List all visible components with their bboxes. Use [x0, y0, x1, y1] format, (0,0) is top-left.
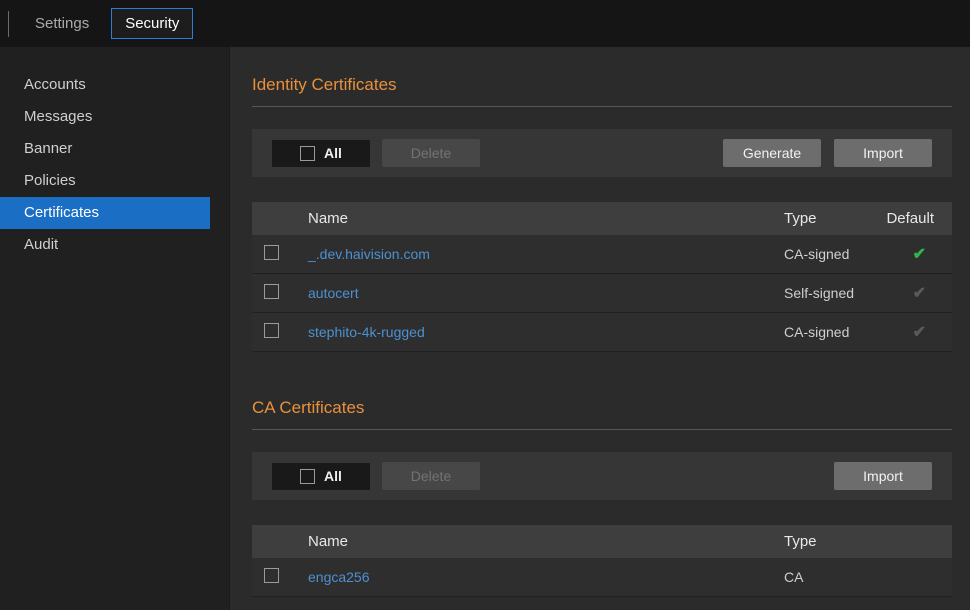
certificate-type: CA-signed [784, 324, 884, 340]
certificate-link[interactable]: engca256 [308, 569, 370, 585]
certificate-type: CA-signed [784, 246, 884, 262]
certificate-link[interactable]: autocert [308, 285, 359, 301]
sidebar-item-accounts[interactable]: Accounts [0, 69, 210, 101]
identity-delete-button[interactable]: Delete [382, 139, 480, 167]
certificate-type: CA [784, 569, 940, 585]
tab-settings[interactable]: Settings [21, 8, 103, 39]
select-all-label: All [324, 468, 342, 484]
sidebar-item-policies[interactable]: Policies [0, 165, 210, 197]
column-header-type: Type [784, 533, 940, 550]
ca-certificates-section: CA Certificates All Delete Import N [252, 398, 952, 597]
table-row: stephito-4k-rugged CA-signed ✔ [252, 313, 952, 352]
table-header-row: Name Type [252, 525, 952, 558]
certificate-type: Self-signed [784, 285, 884, 301]
identity-select-all-checkbox[interactable] [300, 146, 315, 161]
app-window: Settings Security Accounts Messages Bann… [0, 0, 970, 610]
ca-select-all-button[interactable]: All [272, 463, 370, 490]
row-checkbox[interactable] [264, 284, 279, 299]
ca-certificates-table: Name Type engca256 CA [252, 525, 952, 597]
ca-certificates-title: CA Certificates [252, 398, 952, 418]
column-header-name: Name [308, 533, 784, 550]
table-header-row: Name Type Default [252, 202, 952, 235]
certificate-link[interactable]: _.dev.haivision.com [308, 246, 430, 262]
column-header-name: Name [308, 210, 784, 227]
row-checkbox[interactable] [264, 323, 279, 338]
sidebar-item-certificates[interactable]: Certificates [0, 197, 210, 229]
sidebar-item-audit[interactable]: Audit [0, 229, 210, 261]
identity-generate-button[interactable]: Generate [723, 139, 821, 167]
column-header-type: Type [784, 210, 884, 227]
main-content: Identity Certificates All Delete Generat… [230, 47, 970, 610]
ca-delete-button[interactable]: Delete [382, 462, 480, 490]
topbar: Settings Security [0, 0, 970, 47]
ca-toolbar: All Delete Import [252, 452, 952, 500]
identity-certificates-title: Identity Certificates [252, 75, 952, 95]
default-check-icon: ✔ [913, 246, 926, 263]
default-check-icon: ✔ [913, 324, 926, 341]
section-divider [252, 106, 952, 107]
table-row: _.dev.haivision.com CA-signed ✔ [252, 235, 952, 274]
table-row: autocert Self-signed ✔ [252, 274, 952, 313]
identity-certificates-section: Identity Certificates All Delete Generat… [252, 75, 952, 352]
table-row: engca256 CA [252, 558, 952, 597]
sidebar-item-banner[interactable]: Banner [0, 133, 210, 165]
topbar-left-divider [8, 11, 9, 37]
select-all-label: All [324, 145, 342, 161]
default-check-icon: ✔ [913, 285, 926, 302]
row-checkbox[interactable] [264, 245, 279, 260]
identity-select-all-button[interactable]: All [272, 140, 370, 167]
ca-import-button[interactable]: Import [834, 462, 932, 490]
ca-select-all-checkbox[interactable] [300, 469, 315, 484]
section-divider [252, 429, 952, 430]
sidebar-item-messages[interactable]: Messages [0, 101, 210, 133]
identity-toolbar: All Delete Generate Import [252, 129, 952, 177]
identity-import-button[interactable]: Import [834, 139, 932, 167]
row-checkbox[interactable] [264, 568, 279, 583]
tab-security[interactable]: Security [111, 8, 193, 39]
column-header-default: Default [884, 210, 940, 227]
certificate-link[interactable]: stephito-4k-rugged [308, 324, 425, 340]
identity-certificates-table: Name Type Default _.dev.haivision.com CA… [252, 202, 952, 352]
sidebar: Accounts Messages Banner Policies Certif… [0, 47, 230, 610]
